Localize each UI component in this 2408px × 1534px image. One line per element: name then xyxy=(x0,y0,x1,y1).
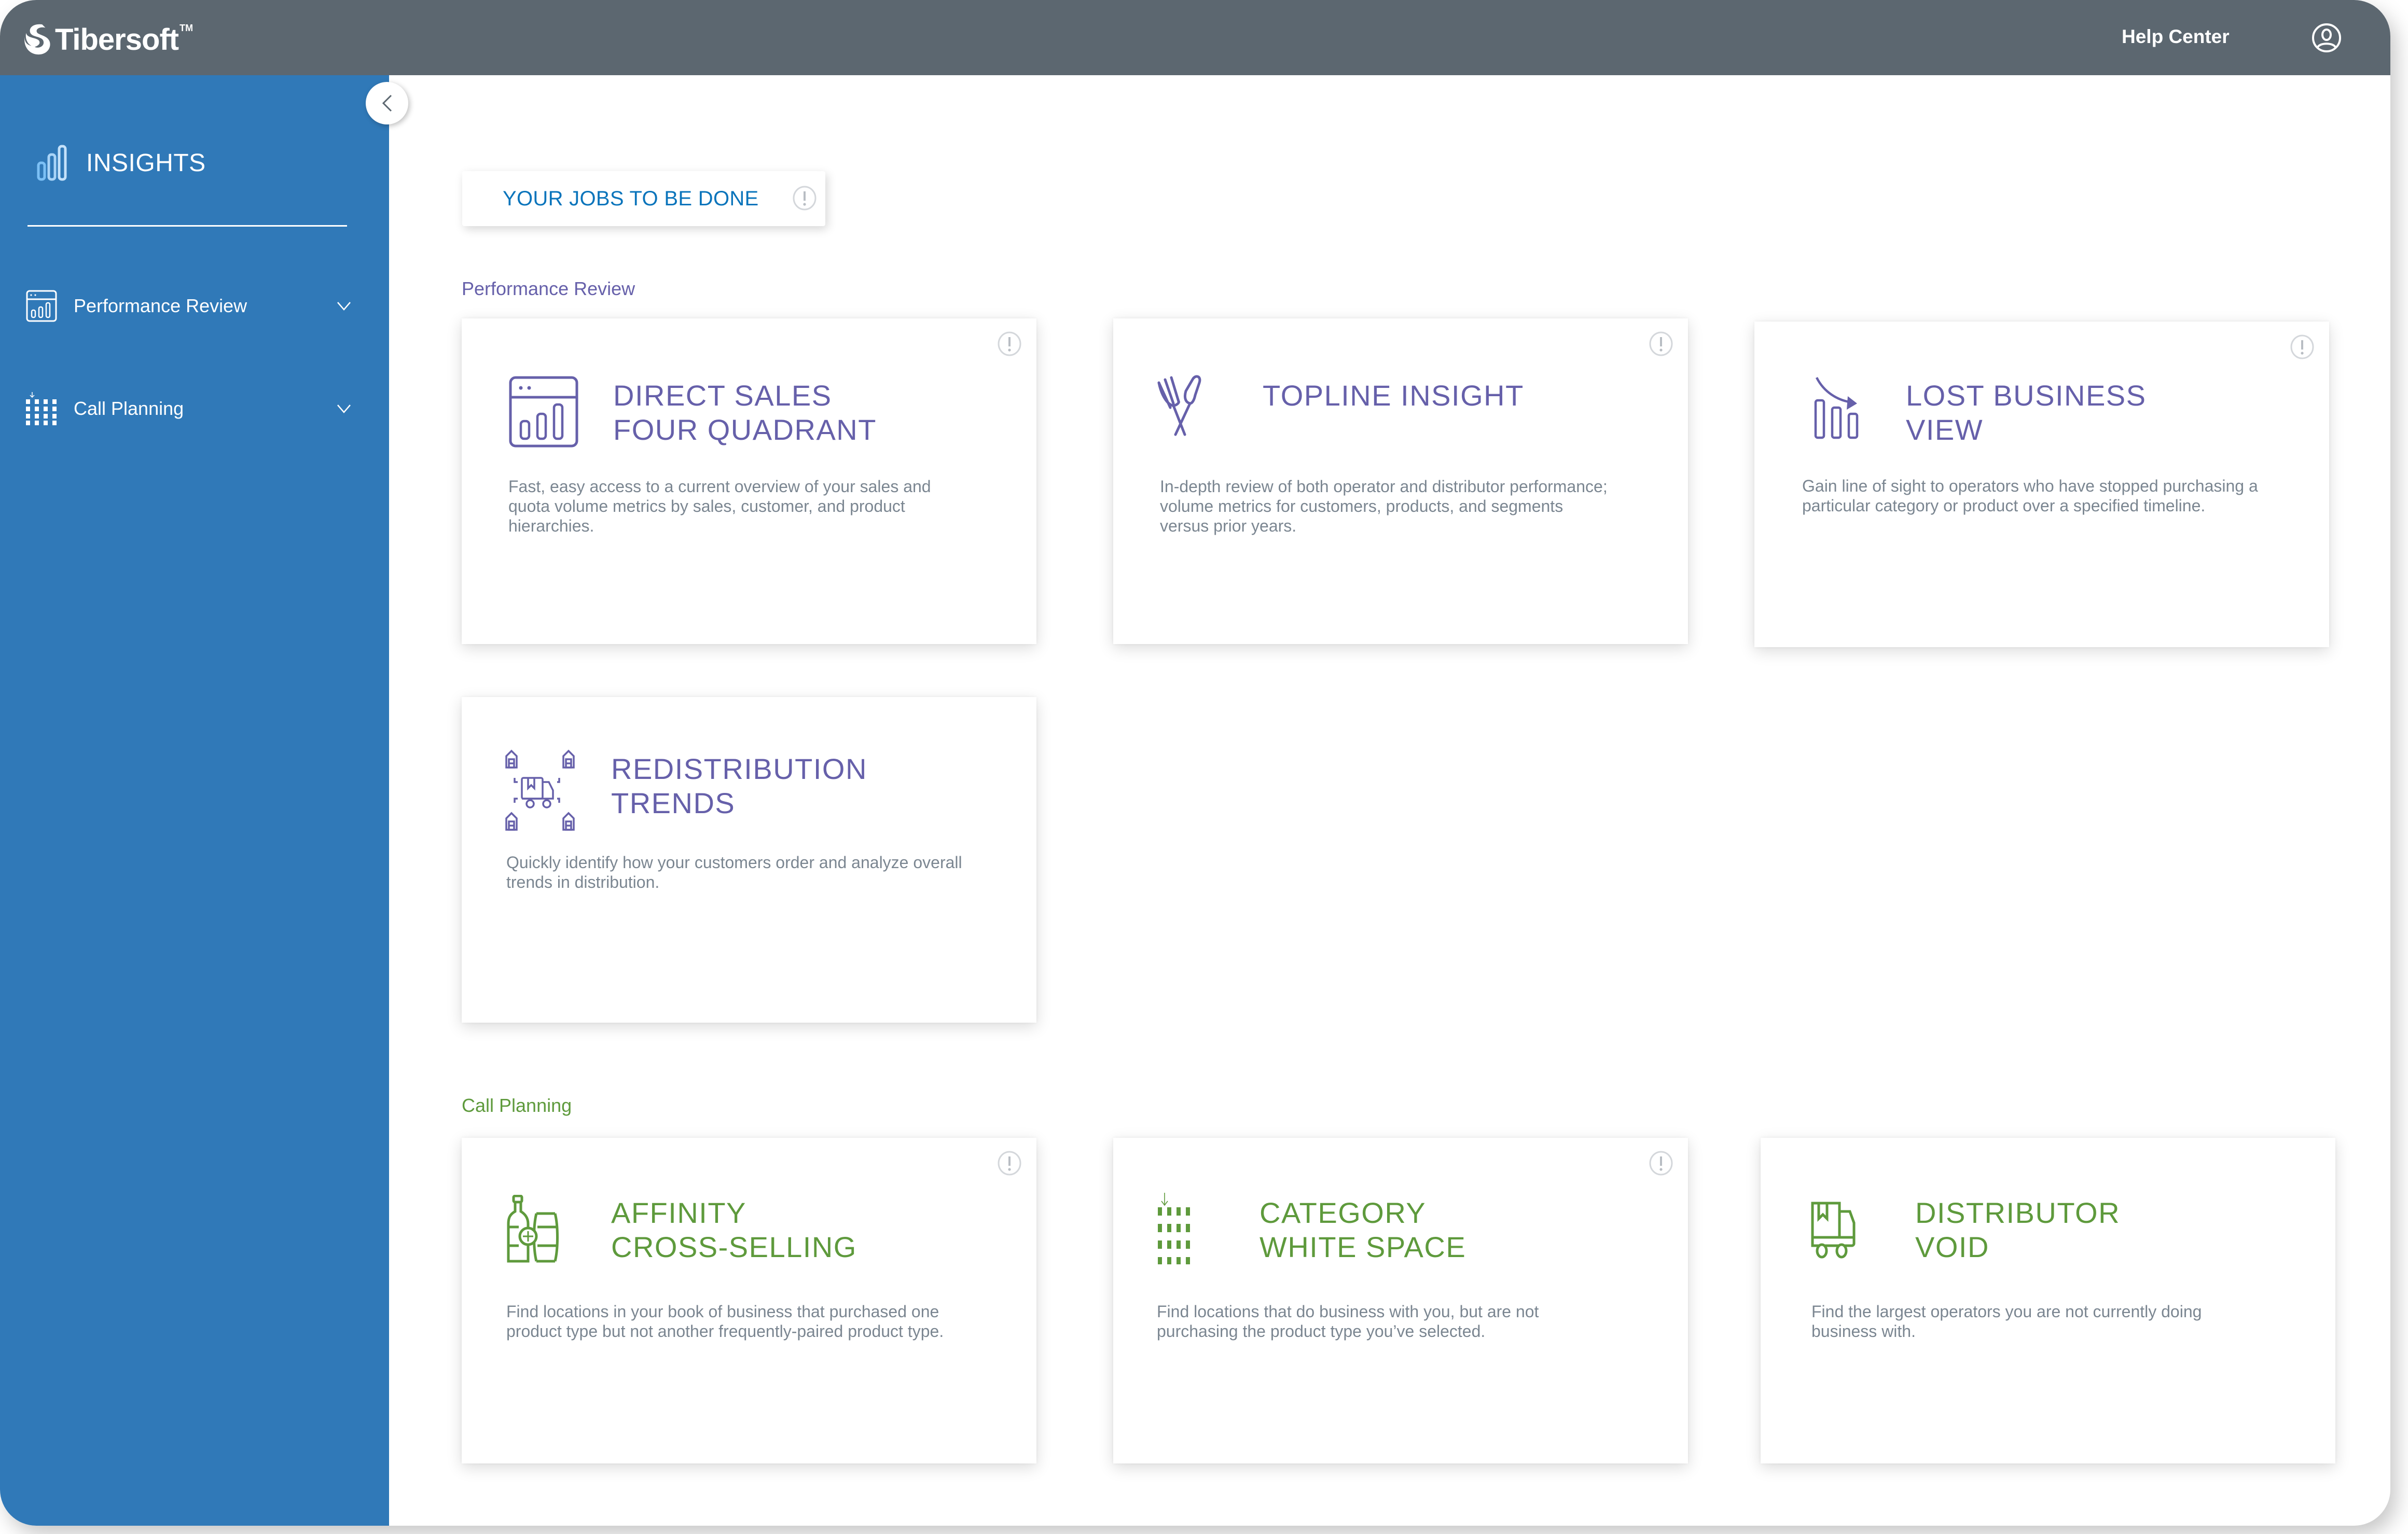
grid-dots-icon xyxy=(1158,1193,1190,1264)
sidebar-divider xyxy=(27,225,347,227)
info-icon[interactable] xyxy=(2290,334,2315,360)
delivery-truck-icon xyxy=(1811,1202,1856,1259)
card-title: AFFINITY CROSS-SELLING xyxy=(611,1196,857,1263)
card-title: DIRECT SALES FOUR QUADRANT xyxy=(613,379,877,446)
chevron-down-icon xyxy=(337,302,351,311)
user-profile-button[interactable] xyxy=(2312,23,2342,53)
jobs-to-be-done-header: YOUR JOBS TO BE DONE xyxy=(462,171,825,226)
grid-dots-icon xyxy=(26,392,57,425)
declining-bars-icon xyxy=(1814,376,1859,439)
dashboard-chart-icon xyxy=(26,290,57,322)
sidebar-item-label: Performance Review xyxy=(74,295,247,316)
top-bar: Tibersoft TM Help Center xyxy=(0,0,2390,75)
user-circle-icon xyxy=(2312,23,2341,52)
insights-label: INSIGHTS xyxy=(86,149,206,177)
bottle-barrel-plus-icon xyxy=(507,1195,559,1263)
info-icon[interactable] xyxy=(997,331,1022,357)
info-icon[interactable] xyxy=(997,1150,1022,1176)
card-title: CATEGORY WHITE SPACE xyxy=(1260,1196,1466,1263)
card-title: TOPLINE INSIGHT xyxy=(1263,379,1524,412)
card-title: REDISTRIBUTION TRENDS xyxy=(611,752,867,819)
card-title: DISTRIBUTOR VOID xyxy=(1915,1196,2121,1263)
dashboard-chart-icon xyxy=(509,376,578,448)
truck-warehouses-icon xyxy=(505,749,575,831)
card-topline-insight[interactable]: TOPLINE INSIGHT In-depth review of both … xyxy=(1113,318,1688,644)
sidebar-item-call-planning[interactable]: Call Planning xyxy=(25,388,352,429)
card-description: Find the largest operators you are not c… xyxy=(1811,1302,2202,1341)
sidebar: INSIGHTS Performance Review Call Plannin… xyxy=(0,75,389,1526)
sidebar-title: INSIGHTS xyxy=(28,144,206,182)
sidebar-item-label: Call Planning xyxy=(74,398,184,419)
chevron-left-icon xyxy=(382,94,392,112)
card-title: LOST BUSINESS VIEW xyxy=(1906,379,2147,446)
card-description: Fast, easy access to a current overview … xyxy=(508,477,931,535)
fork-spoon-icon xyxy=(1157,375,1201,436)
card-lost-business-view[interactable]: LOST BUSINESS VIEW Gain line of sight to… xyxy=(1754,322,2329,647)
chevron-down-icon xyxy=(337,405,351,413)
card-redistribution-trends[interactable]: REDISTRIBUTION TRENDS Quickly identify h… xyxy=(462,697,1036,1023)
brand-name: Tibersoft xyxy=(55,22,179,57)
bar-chart-icon xyxy=(37,145,67,181)
help-center-link[interactable]: Help Center xyxy=(2122,26,2230,48)
card-description: In-depth review of both operator and dis… xyxy=(1160,477,1608,535)
section-label-performance-review: Performance Review xyxy=(462,278,635,299)
info-icon[interactable] xyxy=(1649,1150,1673,1176)
card-description: Find locations that do business with you… xyxy=(1157,1302,1539,1341)
card-distributor-void[interactable]: DISTRIBUTOR VOID Find the largest operat… xyxy=(1761,1138,2335,1463)
card-category-white-space[interactable]: CATEGORY WHITE SPACE Find locations that… xyxy=(1113,1138,1688,1463)
card-description: Find locations in your book of business … xyxy=(506,1302,944,1341)
card-description: Gain line of sight to operators who have… xyxy=(1802,477,2258,515)
card-direct-sales-four-quadrant[interactable]: DIRECT SALES FOUR QUADRANT Fast, easy ac… xyxy=(462,318,1036,644)
card-affinity-cross-selling[interactable]: AFFINITY CROSS-SELLING Find locations in… xyxy=(462,1138,1036,1463)
tibersoft-swirl-icon xyxy=(24,24,50,55)
info-icon[interactable] xyxy=(1649,331,1673,357)
info-icon[interactable] xyxy=(792,185,817,211)
section-label-call-planning: Call Planning xyxy=(462,1095,572,1116)
jobs-to-be-done-label: YOUR JOBS TO BE DONE xyxy=(503,187,759,210)
tibersoft-logo[interactable]: Tibersoft TM xyxy=(22,21,193,58)
sidebar-item-performance-review[interactable]: Performance Review xyxy=(25,285,352,327)
card-description: Quickly identify how your customers orde… xyxy=(506,853,962,891)
app-window: Tibersoft TM Help Center INSIGHTS Perfor… xyxy=(0,0,2390,1526)
trademark: TM xyxy=(179,23,193,33)
sidebar-collapse-button[interactable] xyxy=(366,82,408,124)
